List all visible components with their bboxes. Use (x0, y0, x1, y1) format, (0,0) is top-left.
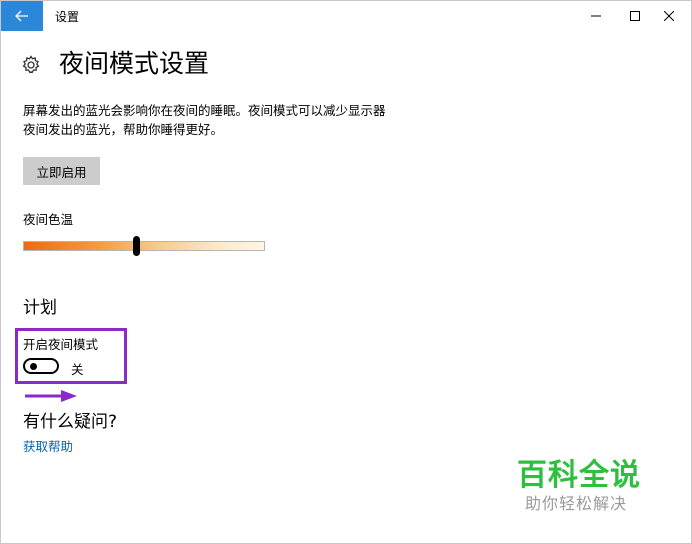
toggle-knob (30, 363, 37, 370)
enable-now-button[interactable]: 立即启用 (23, 157, 100, 185)
schedule-heading: 计划 (23, 298, 57, 318)
night-mode-toggle-label: 开启夜间模式 (23, 337, 99, 352)
get-help-link[interactable]: 获取帮助 (23, 436, 73, 455)
slider-thumb[interactable] (133, 236, 141, 256)
watermark-tagline: 助你轻松解决 (525, 494, 628, 513)
close-button[interactable] (646, 1, 691, 31)
gear-icon (22, 55, 40, 74)
description-line: 夜间发出的蓝光，帮助你睡得更好。 (23, 122, 224, 137)
minimize-icon (591, 15, 601, 17)
color-temperature-label: 夜间色温 (23, 212, 74, 227)
color-temperature-slider[interactable] (23, 241, 265, 251)
title-bar: 设置 (1, 1, 691, 31)
back-arrow-icon (15, 10, 28, 22)
description: 屏幕发出的蓝光会影响你在夜间的睡眠。夜间模式可以减少显示器 夜间发出的蓝光，帮助… (23, 101, 423, 139)
arrow-icon (25, 390, 77, 402)
window-title: 设置 (55, 10, 80, 24)
watermark-logo-text: 百科全说 (517, 458, 641, 493)
night-mode-toggle[interactable] (23, 358, 59, 374)
maximize-icon (630, 11, 640, 21)
page-title: 夜间模式设置 (59, 49, 210, 78)
back-button[interactable] (1, 1, 43, 31)
close-icon (664, 11, 674, 21)
description-line: 屏幕发出的蓝光会影响你在夜间的睡眠。夜间模式可以减少显示器 (23, 103, 386, 118)
toggle-state-text: 关 (71, 362, 84, 377)
settings-window: 设置 夜间模式设置 屏幕发出的蓝光会影响你在夜间的睡眠。夜间模式可以减少显示器 … (0, 0, 692, 544)
help-heading: 有什么疑问? (23, 412, 118, 432)
